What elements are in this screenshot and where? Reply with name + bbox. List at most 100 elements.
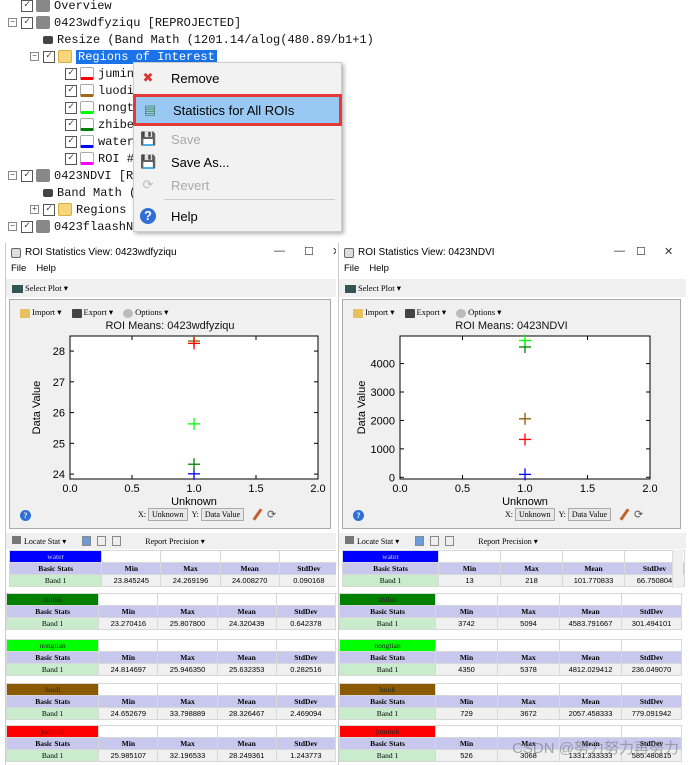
tree-item[interactable]: + ✓ Regions xyxy=(30,201,126,218)
grid-view-icon[interactable] xyxy=(415,536,425,546)
checkbox[interactable]: ✓ xyxy=(65,84,77,97)
locate-stat-button[interactable]: Locate Stat ▾ xyxy=(12,536,66,546)
stats-toolbar: Locate Stat ▾ Report Precision ▾ xyxy=(6,533,336,549)
table-view-icon[interactable] xyxy=(430,536,440,546)
menu-file[interactable]: File xyxy=(11,263,26,277)
menu-item-revert[interactable]: ⟳ Revert xyxy=(134,173,341,197)
empty-cell xyxy=(497,725,560,738)
empty-cell xyxy=(216,593,277,606)
column-header-max: Max xyxy=(497,605,560,618)
tree-item[interactable]: − ✓ 0423flaashN xyxy=(8,218,133,235)
minimize-button[interactable]: — xyxy=(614,245,625,257)
maximize-button[interactable]: ☐ xyxy=(636,245,646,258)
y-tick-label: 26 xyxy=(53,408,65,420)
menu-separator xyxy=(164,199,335,200)
empty-cell xyxy=(497,683,560,696)
column-header-basic: Basic Stats xyxy=(339,651,436,664)
copy-icon[interactable] xyxy=(112,536,122,546)
checkbox[interactable]: ✓ xyxy=(43,50,55,63)
menu-item-save-as[interactable]: 💾 Save As... xyxy=(134,150,341,174)
pencil-icon[interactable] xyxy=(252,508,263,521)
tree-item[interactable]: ✓ water xyxy=(52,133,134,150)
menu-item-statistics-for-all-rois[interactable]: ▤ Statistics for All ROIs xyxy=(133,94,342,126)
stat-stddev: 0.282516 xyxy=(275,663,336,676)
roi-icon xyxy=(80,67,94,80)
empty-cell xyxy=(275,593,336,606)
tree-item[interactable]: ✓ zhibei xyxy=(52,116,141,133)
locate-stat-button[interactable]: Locate Stat ▾ xyxy=(345,536,399,546)
help-icon[interactable]: ? xyxy=(20,510,31,521)
checkbox[interactable]: ✓ xyxy=(21,169,33,182)
checkbox[interactable]: ✓ xyxy=(65,67,77,80)
report-precision-button[interactable]: Report Precision ▾ xyxy=(145,537,205,546)
y-axis-label: Data Value xyxy=(356,381,368,435)
roi-icon xyxy=(80,135,94,148)
expander-icon[interactable]: − xyxy=(8,222,17,231)
tree-item[interactable]: − ✓ 0423NDVI [R xyxy=(8,167,133,184)
expander-icon[interactable]: − xyxy=(8,18,17,27)
minimize-button[interactable]: — xyxy=(274,245,285,257)
grid-view-icon[interactable] xyxy=(82,536,92,546)
tree-item[interactable]: Band Math ( xyxy=(30,184,136,201)
x-axis-select[interactable]: Unknown xyxy=(515,508,555,521)
checkbox[interactable]: ✓ xyxy=(21,220,33,233)
select-plot-button[interactable]: Select Plot ▾ xyxy=(345,283,401,294)
column-header-min: Min xyxy=(98,695,159,708)
menu-item-help[interactable]: ? Help xyxy=(134,204,341,228)
roi-name-row: water xyxy=(8,550,336,563)
checkbox[interactable]: ✓ xyxy=(65,152,77,165)
expander-icon[interactable]: + xyxy=(30,205,39,214)
refresh-icon[interactable]: ⟳ xyxy=(267,508,276,521)
checkbox[interactable]: ✓ xyxy=(65,135,77,148)
header-row: Basic Stats Min Max Mean StdDev xyxy=(339,695,682,708)
expander-icon[interactable]: − xyxy=(30,52,39,61)
maximize-button[interactable]: ☐ xyxy=(304,245,314,258)
table-view-icon[interactable] xyxy=(97,536,107,546)
tree-item[interactable]: Resize (Band Math (1201.14/alog(480.89/b… xyxy=(30,31,374,48)
plot-area xyxy=(69,335,319,480)
column-header-mean: Mean xyxy=(216,651,277,664)
copy-icon[interactable] xyxy=(445,536,455,546)
y-axis-select[interactable]: Data Value xyxy=(567,508,611,521)
tree-item[interactable]: ✓ luodi xyxy=(52,82,134,99)
menu-help[interactable]: Help xyxy=(369,263,389,277)
y-axis-label: Data Value xyxy=(31,381,43,435)
band-label: Band 1 xyxy=(6,707,100,720)
tree-item[interactable]: ✓ Overview xyxy=(8,0,112,14)
select-plot-button[interactable]: Select Plot ▾ xyxy=(12,283,68,294)
menu-help[interactable]: Help xyxy=(36,263,56,277)
empty-cell xyxy=(157,639,218,652)
expander-icon[interactable]: − xyxy=(8,171,17,180)
x-axis-select[interactable]: Unknown xyxy=(148,508,188,521)
pencil-icon[interactable] xyxy=(619,508,630,521)
close-button[interactable]: ✕ xyxy=(664,245,673,258)
report-precision-button[interactable]: Report Precision ▾ xyxy=(478,537,538,546)
locate-stat-label: Locate Stat xyxy=(24,537,61,546)
help-icon[interactable]: ? xyxy=(353,510,364,521)
menu-item-save[interactable]: 💾 Save xyxy=(134,127,341,151)
refresh-icon[interactable]: ⟳ xyxy=(634,508,643,521)
x-select-label: X: xyxy=(505,510,513,519)
scrollbar[interactable] xyxy=(672,550,683,588)
tree-item[interactable]: ✓ ROI # xyxy=(52,150,134,167)
checkbox[interactable]: ✓ xyxy=(65,118,77,131)
close-button[interactable]: ✕ xyxy=(332,245,336,258)
y-tick-label: 2000 xyxy=(371,415,395,427)
y-axis-select[interactable]: Data Value xyxy=(200,508,244,521)
checkbox[interactable]: ✓ xyxy=(65,101,77,114)
stat-stddev: 779.091942 xyxy=(621,707,682,720)
column-header-mean: Mean xyxy=(216,737,277,750)
y-tick-label: 0 xyxy=(389,472,395,484)
checkbox[interactable]: ✓ xyxy=(21,16,33,29)
stat-stddev: 0.642378 xyxy=(275,617,336,630)
checkbox[interactable]: ✓ xyxy=(43,203,55,216)
menu-item-remove[interactable]: ✖ Remove xyxy=(134,66,341,90)
menu-file[interactable]: File xyxy=(344,263,359,277)
checkbox[interactable]: ✓ xyxy=(21,0,33,12)
tree-item[interactable]: − ✓ 0423wdfyziqu [REPROJECTED] xyxy=(8,14,241,31)
tree-item-label: Regions xyxy=(76,202,127,217)
app-icon xyxy=(11,247,21,258)
stat-min: 4350 xyxy=(435,663,498,676)
tree-item-label: Overview xyxy=(54,0,112,13)
stat-mean: 28.249361 xyxy=(216,749,277,762)
